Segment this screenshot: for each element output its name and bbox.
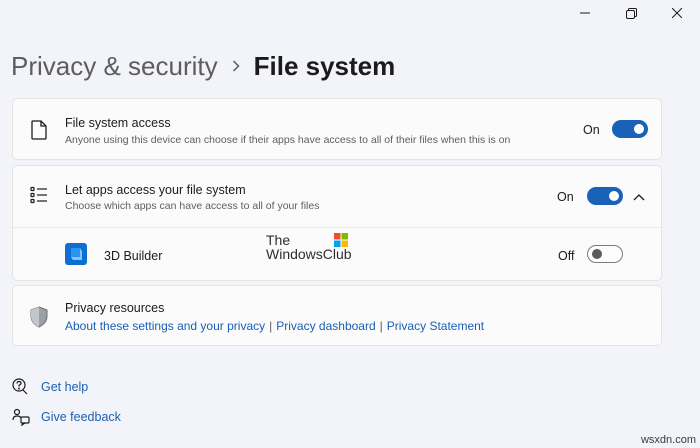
toggle-knob [592,249,602,259]
breadcrumb-parent-link[interactable]: Privacy & security [11,51,218,82]
list-icon [29,186,49,204]
app-toggle-3d-builder[interactable] [587,245,623,263]
document-icon [29,120,49,140]
toggle-knob [634,124,644,134]
feedback-icon [12,408,30,426]
get-help-label: Get help [41,380,89,394]
close-button[interactable] [654,0,700,26]
minimize-button[interactable] [562,0,608,26]
get-help-link[interactable]: Get help [12,378,88,396]
give-feedback-label: Give feedback [41,410,121,424]
toggle-knob [609,191,619,201]
file-system-access-title: File system access [65,116,171,130]
restore-button[interactable] [608,0,654,26]
windows-logo-icon [334,233,348,247]
app-state: Off [558,249,575,263]
watermark-line-2: WindowsClub [266,246,352,262]
privacy-dashboard-link[interactable]: Privacy dashboard [276,319,375,333]
close-icon [672,8,682,18]
chevron-up-icon[interactable] [633,188,645,206]
privacy-resources-links: About these settings and your privacy | Pr… [65,319,484,333]
let-apps-description: Choose which apps can have access to all… [65,200,320,212]
chevron-right-icon [232,60,240,72]
give-feedback-link[interactable]: Give feedback [12,408,121,426]
link-separator: | [379,319,383,333]
3d-builder-app-icon [65,243,87,265]
link-separator: | [269,319,273,333]
page-title: File system [253,50,396,81]
window-controls [562,0,700,26]
about-privacy-link[interactable]: About these settings and your privacy [65,319,265,333]
file-system-access-state: On [583,123,600,137]
let-apps-title: Let apps access your file system [65,183,246,197]
let-apps-card: Let apps access your file system Choose … [12,165,662,281]
privacy-statement-link[interactable]: Privacy Statement [387,319,484,333]
file-system-access-card: File system access Anyone using this dev… [12,98,662,160]
help-icon [12,378,30,396]
site-watermark: wsxdn.com [640,434,696,446]
privacy-resources-title: Privacy resources [65,301,165,315]
let-apps-toggle[interactable] [587,187,623,205]
privacy-resources-card: Privacy resources About these settings a… [12,285,662,346]
let-apps-state: On [557,190,574,204]
app-name: 3D Builder [104,249,163,263]
shield-icon [29,306,49,328]
file-system-access-description: Anyone using this device can choose if t… [65,134,511,146]
restore-icon [625,7,637,19]
minimize-icon [580,12,590,14]
file-system-access-toggle[interactable] [612,120,648,138]
breadcrumb: Privacy & security File system [11,48,395,84]
